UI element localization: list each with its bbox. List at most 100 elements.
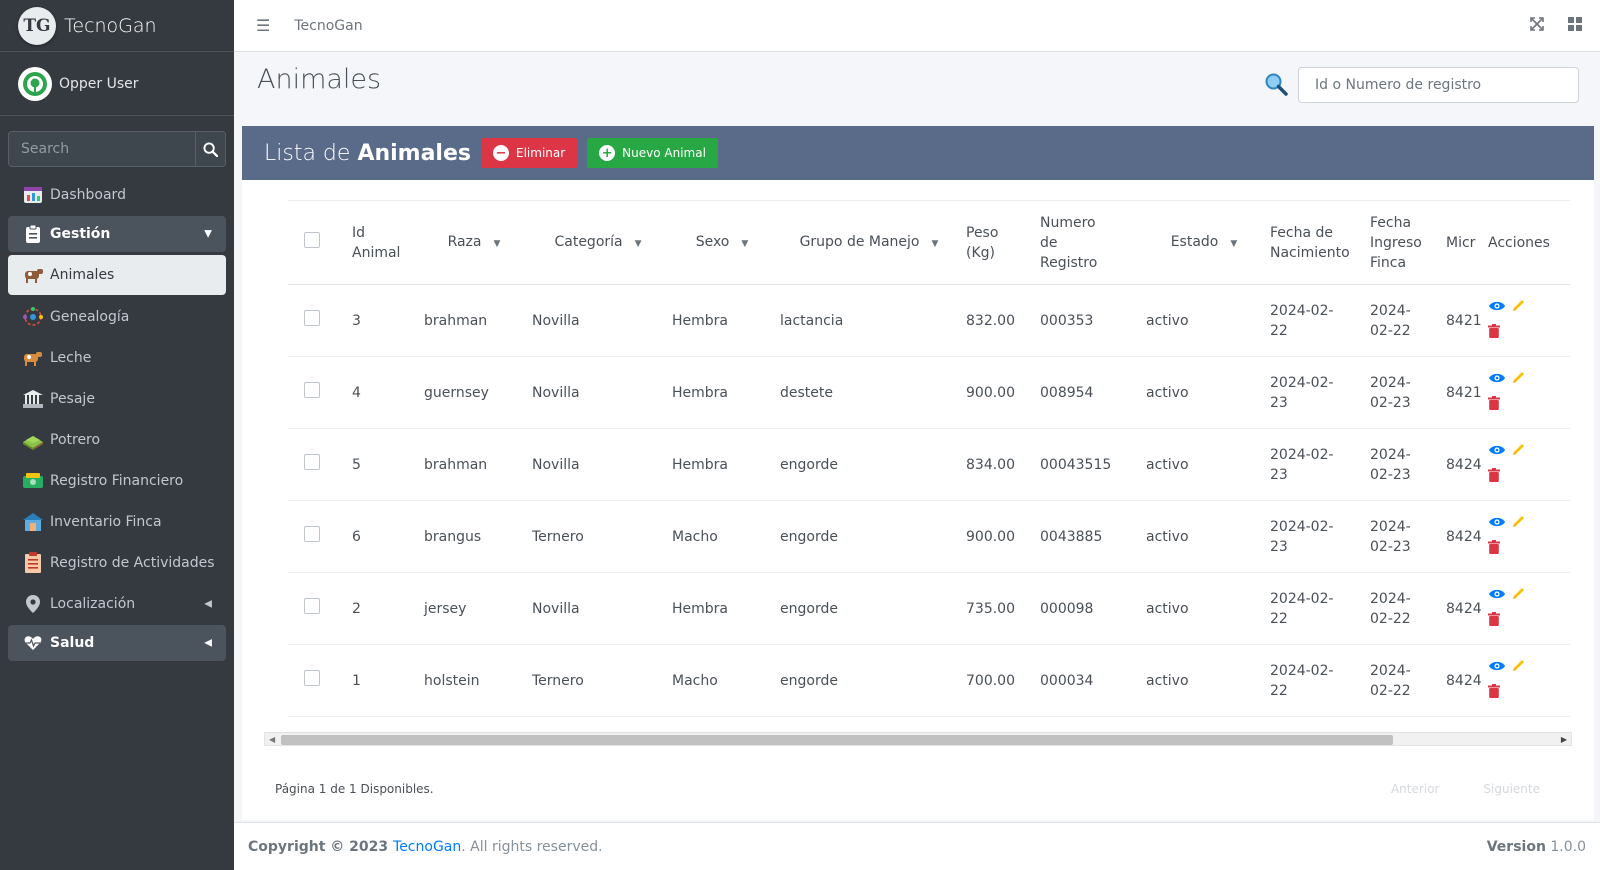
cell-sexo: Hembra — [672, 312, 728, 329]
cell-raza: jersey — [424, 600, 467, 617]
eye-icon[interactable] — [1488, 442, 1506, 462]
user-panel[interactable]: Opper User — [0, 52, 234, 116]
search-icon — [1264, 72, 1288, 100]
next-page-button[interactable]: Siguiente — [1483, 782, 1540, 796]
scale-icon — [22, 388, 44, 410]
trash-icon[interactable] — [1488, 683, 1570, 704]
sidebar-item-label: Salud — [50, 635, 95, 651]
footer-brand-link[interactable]: TecnoGan — [393, 839, 461, 855]
eye-icon[interactable] — [1488, 658, 1506, 678]
eye-icon[interactable] — [1488, 514, 1506, 534]
date-part: 02-22 — [1370, 610, 1411, 627]
eye-icon[interactable] — [1488, 298, 1506, 318]
scroll-left-icon[interactable]: ◀ — [269, 733, 275, 747]
column-header-micro[interactable]: Micr — [1442, 201, 1484, 285]
pencil-icon[interactable] — [1512, 514, 1526, 534]
milk-icon — [22, 347, 44, 369]
column-header-fecha-ingreso[interactable]: Fecha Ingreso Finca — [1366, 201, 1442, 285]
sidebar-item-gestion[interactable]: Gestión ▼ — [8, 216, 226, 252]
minus-circle-icon: − — [493, 145, 509, 161]
sidebar-item-salud[interactable]: Salud ◀ — [8, 625, 226, 661]
cell-categoria: Ternero — [532, 528, 584, 545]
eye-icon[interactable] — [1488, 586, 1506, 606]
prev-page-button[interactable]: Anterior — [1391, 782, 1439, 796]
warehouse-icon — [22, 511, 44, 533]
sidebar-search-input[interactable] — [9, 132, 195, 166]
sidebar-item-registro-actividades[interactable]: Registro de Actividades — [8, 543, 226, 583]
eye-icon[interactable] — [1488, 370, 1506, 390]
row-checkbox[interactable] — [304, 309, 320, 326]
sidebar-item-leche[interactable]: Leche — [8, 338, 226, 378]
top-nav-title[interactable]: TecnoGan — [294, 18, 362, 34]
grid-icon[interactable] — [1568, 16, 1582, 35]
cell-grupo: engorde — [780, 600, 838, 617]
animal-search-input[interactable] — [1298, 67, 1579, 103]
sidebar-item-animales[interactable]: Animales — [8, 255, 226, 295]
sidebar-item-label: Pesaje — [50, 391, 95, 407]
column-header-peso[interactable]: Peso (Kg) — [962, 201, 1036, 285]
sidebar-item-localizacion[interactable]: Localización ◀ — [8, 584, 226, 624]
column-header-estado[interactable]: Estado ▼ — [1142, 201, 1266, 285]
trash-icon[interactable] — [1488, 611, 1570, 632]
cell-estado: activo — [1146, 312, 1189, 329]
sidebar-item-label: Localización — [50, 596, 136, 612]
horizontal-scrollbar[interactable]: ◀ ▶ — [264, 732, 1572, 746]
cell-fecha-nacimiento: 2024-02- 22 — [1266, 645, 1366, 717]
avatar — [18, 66, 52, 101]
sidebar-item-pesaje[interactable]: Pesaje — [8, 379, 226, 419]
column-header-grupo[interactable]: Grupo de Manejo ▼ — [776, 201, 962, 285]
sidebar-item-inventario-finca[interactable]: Inventario Finca — [8, 502, 226, 542]
row-checkbox[interactable] — [304, 669, 320, 686]
menu-toggle-icon[interactable]: ☰ — [256, 16, 270, 35]
sidebar-item-label: Gestión — [50, 226, 111, 242]
column-header-categoria[interactable]: Categoría ▼ — [528, 201, 668, 285]
cell-sexo: Macho — [672, 672, 718, 689]
select-all-checkbox[interactable] — [304, 231, 320, 248]
sidebar-item-genealogia[interactable]: Genealogía — [8, 297, 226, 337]
pencil-icon[interactable] — [1512, 658, 1526, 678]
pencil-icon[interactable] — [1512, 298, 1526, 318]
column-header-id[interactable]: Id Animal — [348, 201, 420, 285]
cell-raza: brahman — [424, 456, 488, 473]
pencil-icon[interactable] — [1512, 442, 1526, 462]
row-checkbox[interactable] — [304, 597, 320, 614]
column-header-numero[interactable]: Numero de Registro — [1036, 201, 1142, 285]
trash-icon[interactable] — [1488, 467, 1570, 488]
trash-icon[interactable] — [1488, 323, 1570, 344]
column-header-raza[interactable]: Raza ▼ — [420, 201, 528, 285]
new-animal-button[interactable]: + Nuevo Animal — [587, 138, 718, 168]
fullscreen-icon[interactable] — [1530, 16, 1544, 35]
sidebar-search-button[interactable] — [195, 132, 225, 166]
footer: Copyright © 2023 TecnoGan. All rights re… — [234, 822, 1600, 870]
cell-estado: activo — [1146, 384, 1189, 401]
cell-fecha-ingreso: 2024- 02-22 — [1366, 573, 1442, 645]
cell-micro: 8421 — [1446, 312, 1482, 329]
copyright-text: Copyright © 2023 — [248, 838, 394, 855]
date-part: 2024- — [1370, 446, 1411, 463]
row-checkbox[interactable] — [304, 381, 320, 398]
sidebar-item-potrero[interactable]: Potrero — [8, 420, 226, 460]
row-checkbox[interactable] — [304, 525, 320, 542]
cell-micro: 8424 — [1446, 456, 1482, 473]
delete-button[interactable]: − Eliminar — [481, 138, 578, 168]
brand-link[interactable]: TG TecnoGan — [0, 0, 234, 52]
row-checkbox[interactable] — [304, 453, 320, 470]
date-part: 23 — [1270, 538, 1288, 555]
scroll-right-icon[interactable]: ▶ — [1561, 733, 1567, 747]
pencil-icon[interactable] — [1512, 586, 1526, 606]
sidebar-item-dashboard[interactable]: Dashboard — [8, 175, 226, 215]
cell-raza: guernsey — [424, 384, 489, 401]
cell-grupo: engorde — [780, 528, 838, 545]
sidebar-item-registro-financiero[interactable]: Registro Financiero — [8, 461, 226, 501]
activity-list-icon — [22, 552, 44, 574]
column-header-sexo[interactable]: Sexo ▼ — [668, 201, 776, 285]
cell-numero: 000353 — [1040, 312, 1094, 329]
pencil-icon[interactable] — [1512, 370, 1526, 390]
scrollbar-thumb[interactable] — [281, 735, 1393, 745]
card-body: Id Animal Raza ▼ Categoría ▼ Sexo ▼ Grupo d… — [242, 180, 1594, 820]
select-all-cell — [288, 201, 348, 285]
trash-icon[interactable] — [1488, 539, 1570, 560]
cell-numero: 000098 — [1040, 600, 1094, 617]
column-header-fecha-nacimiento[interactable]: Fecha de Nacimiento — [1266, 201, 1366, 285]
trash-icon[interactable] — [1488, 395, 1570, 416]
